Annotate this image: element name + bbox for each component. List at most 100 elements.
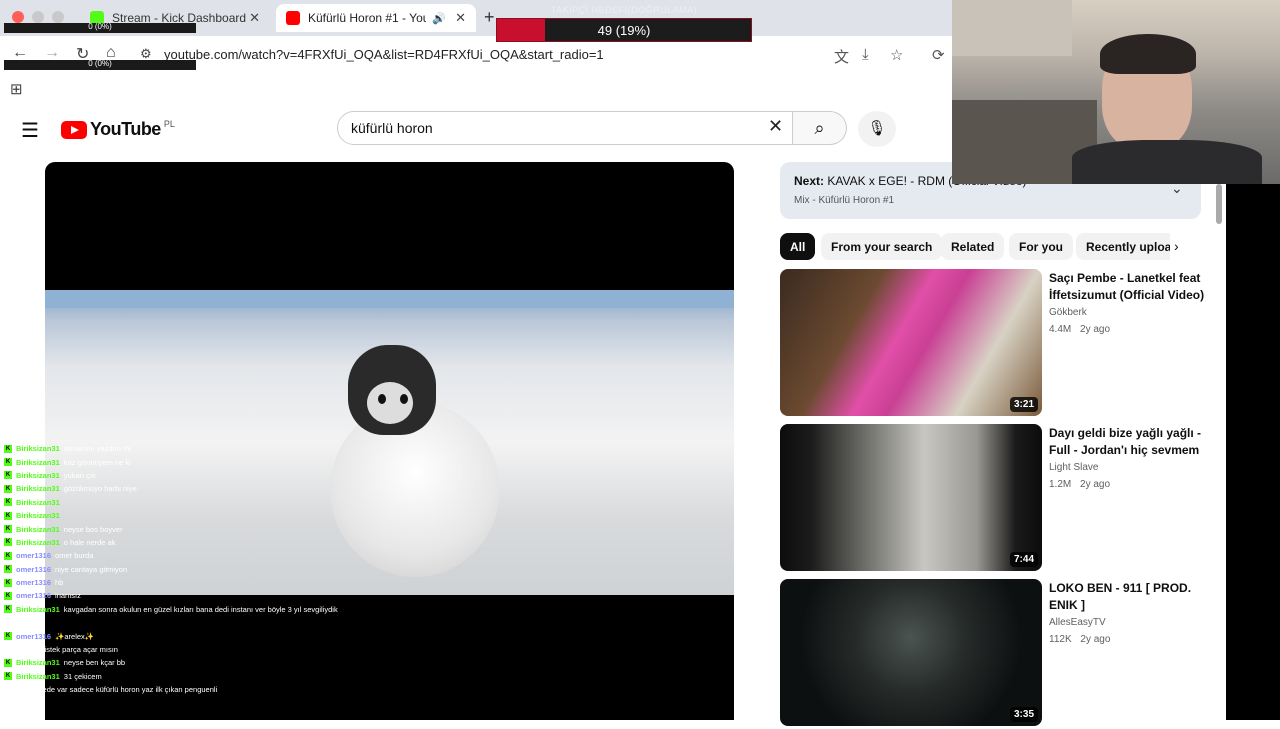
chat-message: K Biriksizan31 neyse ben kçar bb (4, 656, 364, 669)
follower-goal-title: TAKİPÇİ HEDEFİ(DOĞRULAMA) (550, 5, 698, 15)
kick-badge-icon: K (4, 471, 12, 480)
recommendation-item[interactable]: 3:35 LOKO BEN - 911 [ PROD. ENIK ] Alles… (780, 579, 1210, 729)
filter-chips: All From your search Related For you Rec… (780, 233, 1200, 261)
apps-grid-icon[interactable]: ⊞ (10, 80, 23, 98)
hamburger-menu-icon[interactable]: ☰ (21, 118, 39, 143)
stream-chat-overlay: K Biriksizan31 devamını yazdım mı K Biriksiz… (4, 442, 364, 696)
chat-username: Biriksizan31 (16, 671, 60, 681)
chat-message: Komer1316 omer burda (4, 549, 364, 562)
kick-badge-icon (4, 686, 12, 694)
youtube-wordmark: YouTube (90, 119, 161, 139)
recommendation-item[interactable]: 3:21 Saçı Pembe - Lanetkel feat İffetsiz… (780, 269, 1210, 419)
channel-name[interactable]: Light Slave (1049, 462, 1098, 473)
channel-name[interactable]: AllesEasyTV (1049, 617, 1106, 628)
video-title[interactable]: LOKO BEN - 911 [ PROD. ENIK ] (1049, 580, 1209, 614)
tab-title: Küfürlü Horon #1 - YouTube (308, 11, 426, 25)
search-button[interactable]: ⌕ (793, 111, 847, 145)
chat-text: devamını yazdım mı (63, 444, 132, 454)
kick-badge-icon: K (4, 538, 12, 547)
chat-username: Biriksizan31 (16, 537, 60, 547)
chat-username: Biriksizan31 (16, 658, 60, 668)
video-thumbnail[interactable]: 3:21 (780, 269, 1042, 416)
scrollbar[interactable] (1214, 184, 1226, 720)
channel-name[interactable]: Gökberk (1049, 307, 1087, 318)
video-thumbnail[interactable]: 3:35 (780, 579, 1042, 726)
chat-text: 31 çekicem (63, 671, 102, 681)
chat-username: Biriksizan31 (16, 511, 60, 521)
chat-message: Komer1316 niye cantaya gitmiyon (4, 563, 364, 576)
install-icon[interactable]: ⤓ (862, 46, 869, 63)
chat-text: kavgadan sonra okulun en güzel kızları b… (63, 604, 338, 614)
kick-badge-icon: K (4, 458, 12, 467)
bookmark-star-icon[interactable]: ☆ (890, 46, 903, 64)
next-label: Next: (794, 174, 825, 188)
video-meta: 1.2M 2y ago (1049, 479, 1110, 490)
follower-goal-text: 49 (19%) (597, 23, 651, 38)
youtube-header: ☰ YouTube PL küfürlü horon ✕ ⌕ 🎙 (0, 104, 952, 152)
chat-username: omer1316 (16, 564, 52, 574)
voice-search-button[interactable]: 🎙 (858, 111, 896, 147)
youtube-favicon-icon (286, 11, 300, 25)
overlay-progress-bar: 0 (0%) (4, 22, 196, 33)
close-tab-icon[interactable]: ✕ (249, 10, 260, 26)
recommendation-item[interactable]: 7:44 Dayı geldi bize yağlı yağlı - Full … (780, 424, 1210, 574)
chat-text: yukarı çık (63, 470, 96, 480)
chat-text: hb (55, 578, 64, 588)
clear-search-icon[interactable]: ✕ (768, 116, 783, 137)
kick-badge-icon: K (4, 605, 12, 614)
upload-age: 2y ago (1080, 479, 1111, 490)
chip-recently-uploaded[interactable]: Recently uploaded (1076, 233, 1170, 260)
overlay-progress-text: 0 (0%) (88, 22, 112, 31)
chevron-right-icon[interactable]: › (1174, 238, 1179, 254)
new-tab-button[interactable]: + (484, 7, 495, 28)
close-tab-icon[interactable]: ✕ (455, 10, 466, 26)
address-bar[interactable]: youtube.com/watch?v=4FRXfUi_OQA&list=RD4… (164, 47, 604, 62)
chat-username: omer1316 (16, 631, 52, 641)
views-count: 112K (1049, 634, 1072, 645)
kick-badge-icon: K (4, 525, 12, 534)
overlay-progress-text: 0 (0%) (88, 59, 112, 68)
chat-username: Biriksizan31 (16, 457, 60, 467)
chip-for-you[interactable]: For you (1009, 233, 1073, 260)
chat-username: omer1316 (16, 551, 52, 561)
kick-badge-icon (4, 646, 12, 654)
kick-badge-icon: K (4, 658, 12, 667)
chat-message: K Biriksizan31 yukarı çık (4, 469, 364, 482)
kick-badge-icon: K (4, 498, 12, 507)
chip-related[interactable]: Related (941, 233, 1005, 260)
video-title[interactable]: Saçı Pembe - Lanetkel feat İffetsizumut … (1049, 270, 1209, 304)
chat-message: Komer1316 inanısız (4, 589, 364, 602)
chat-username: Biriksizan31 (16, 470, 60, 480)
chat-message: küfürlü istek parça açar mısın (4, 643, 364, 656)
video-thumbnail[interactable]: 7:44 (780, 424, 1042, 571)
kick-badge-icon: K (4, 484, 12, 493)
kick-badge-icon: K (4, 511, 12, 520)
chip-from-search[interactable]: From your search (821, 233, 943, 260)
chat-message: K Biriksizan31 gözükmüyo harbi niye (4, 482, 364, 495)
chat-message: K Biriksizan31 kriz görmüyem ne ki (4, 455, 364, 468)
chat-username: Biriksizan31 (16, 524, 60, 534)
youtube-logo[interactable]: YouTube PL (61, 119, 175, 140)
kick-badge-icon: K (4, 444, 12, 453)
video-meta: 112K 2y ago (1049, 634, 1110, 645)
chat-text: neyse ben kçar bb (63, 658, 126, 668)
extensions-icon[interactable]: ⟳ (932, 46, 945, 64)
kick-badge-icon (4, 619, 12, 627)
speaker-icon[interactable]: 🔊 (432, 12, 446, 25)
chat-message: K Biriksizan31 neyse bos boyver (4, 522, 364, 535)
chat-username: Biriksizan31 (16, 444, 60, 454)
translate-icon[interactable]: 文 (834, 46, 849, 67)
bookmarks-bar: ⊞ (0, 74, 952, 104)
scrollbar-thumb[interactable] (1216, 184, 1222, 224)
video-title[interactable]: Dayı geldi bize yağlı yağlı - Full - Jor… (1049, 425, 1209, 459)
next-playlist-name: Mix - Küfürlü Horon #1 (794, 195, 895, 206)
microphone-icon: 🎙 (867, 120, 887, 137)
video-water-band (45, 290, 734, 308)
search-input[interactable]: küfürlü horon (337, 111, 793, 145)
chat-text: kriz görmüyem ne ki (63, 457, 131, 467)
video-meta: 4.4M 2y ago (1049, 324, 1110, 335)
duration-badge: 3:21 (1009, 397, 1038, 412)
streamer-shirt (1072, 140, 1262, 184)
chip-all[interactable]: All (780, 233, 816, 260)
tab-youtube[interactable]: Küfürlü Horon #1 - YouTube 🔊 ✕ (276, 4, 476, 32)
